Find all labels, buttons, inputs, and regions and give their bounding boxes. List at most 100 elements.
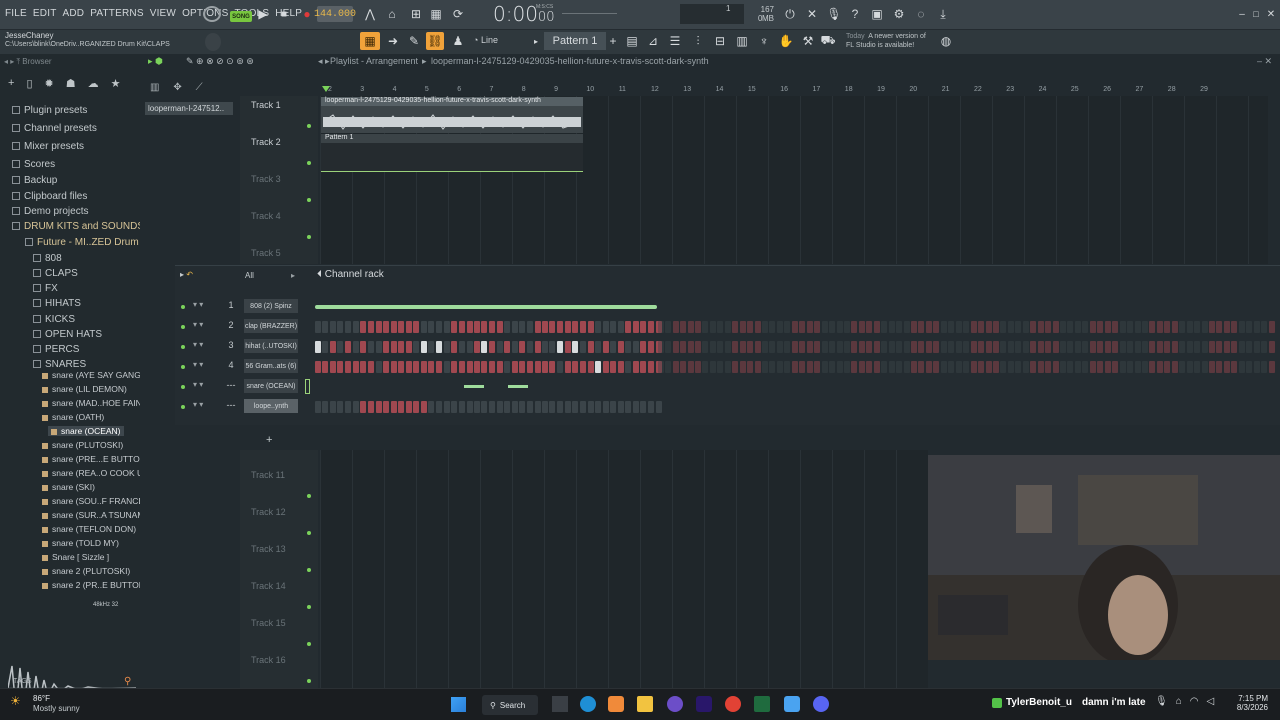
step-button[interactable]: [519, 361, 526, 373]
file-explorer-icon[interactable]: [637, 696, 653, 712]
mixer-icon[interactable]: ☰: [667, 32, 683, 50]
step-button[interactable]: [640, 321, 647, 333]
plugin-db-icon[interactable]: ♆: [756, 32, 772, 50]
song-mode-toggle[interactable]: SONG: [230, 11, 252, 22]
step-button[interactable]: [610, 321, 617, 333]
step-button[interactable]: [1089, 361, 1096, 373]
step-button[interactable]: [657, 321, 664, 333]
step-button[interactable]: [1201, 321, 1208, 333]
chrome-icon[interactable]: [725, 696, 741, 712]
step-button[interactable]: [610, 341, 617, 353]
step-button[interactable]: [345, 341, 352, 353]
step-button[interactable]: [925, 321, 932, 333]
step-button[interactable]: [587, 341, 594, 353]
channel-pan-vol-knobs[interactable]: ▾ ▾: [193, 360, 203, 369]
rack-filter[interactable]: All: [245, 271, 254, 280]
step-button[interactable]: [1112, 361, 1119, 373]
step-button[interactable]: [1007, 321, 1014, 333]
pattern-clip[interactable]: Pattern 1: [321, 134, 583, 172]
step-button[interactable]: [1179, 321, 1186, 333]
step-button[interactable]: [564, 321, 571, 333]
premiere-icon[interactable]: [696, 696, 712, 712]
channel-row[interactable]: ▾ ▾ 2 clap (BRAZZER): [175, 318, 1280, 336]
step-button[interactable]: [1156, 341, 1163, 353]
step-button[interactable]: [413, 321, 420, 333]
step-button[interactable]: [1127, 361, 1134, 373]
step-button[interactable]: [1238, 341, 1245, 353]
step-button[interactable]: [534, 341, 541, 353]
step-button[interactable]: [557, 341, 564, 353]
step-button[interactable]: [1074, 361, 1081, 373]
step-button[interactable]: [413, 401, 420, 413]
step-button[interactable]: [814, 341, 821, 353]
step-button[interactable]: [762, 341, 768, 353]
browser-sample[interactable]: snare (OCEAN): [48, 426, 124, 436]
step-button[interactable]: [360, 361, 367, 373]
channel-row[interactable]: ▾ ▾ 1 808 (2) Spinz: [175, 298, 1280, 316]
step-button[interactable]: [322, 361, 329, 373]
app-icon[interactable]: [667, 696, 683, 712]
step-button[interactable]: [428, 361, 435, 373]
menu-edit[interactable]: EDIT: [33, 8, 57, 19]
menu-patterns[interactable]: PATTERNS: [90, 8, 143, 19]
step-button[interactable]: [458, 361, 465, 373]
step-button[interactable]: [618, 401, 624, 413]
step-button[interactable]: [791, 321, 798, 333]
step-button[interactable]: [1261, 341, 1268, 353]
weather-desc[interactable]: Mostly sunny: [33, 704, 80, 713]
step-button[interactable]: [978, 361, 985, 373]
step-button[interactable]: [390, 361, 397, 373]
step-button[interactable]: [383, 401, 390, 413]
step-button[interactable]: [602, 401, 609, 413]
step-button[interactable]: [933, 341, 940, 353]
step-button[interactable]: [1112, 341, 1119, 353]
step-button[interactable]: [587, 361, 594, 373]
step-button[interactable]: [806, 341, 813, 353]
step-button[interactable]: [709, 321, 716, 333]
step-button[interactable]: [680, 321, 687, 333]
browser-item[interactable]: 808: [33, 253, 62, 264]
step-button[interactable]: [618, 341, 624, 353]
step-button[interactable]: [1149, 321, 1156, 333]
step-button[interactable]: [1231, 341, 1238, 353]
step-button[interactable]: [970, 341, 977, 353]
step-button[interactable]: [549, 401, 556, 413]
step-button[interactable]: [1194, 361, 1201, 373]
step-button[interactable]: [970, 321, 977, 333]
browser-sample[interactable]: snare 2 (PLUTOSKI): [42, 566, 130, 576]
step-button[interactable]: [496, 361, 503, 373]
step-button[interactable]: [527, 361, 534, 373]
step-button[interactable]: [1231, 361, 1238, 373]
step-button[interactable]: [1082, 361, 1089, 373]
step-button[interactable]: [724, 341, 731, 353]
step-button[interactable]: [329, 341, 336, 353]
master-volume-slider[interactable]: [562, 13, 617, 14]
step-button[interactable]: [888, 361, 895, 373]
step-button[interactable]: [851, 361, 858, 373]
step-button[interactable]: [610, 361, 617, 373]
step-button[interactable]: [420, 361, 427, 373]
step-button[interactable]: [504, 401, 511, 413]
step-button[interactable]: [564, 361, 571, 373]
step-button[interactable]: [1030, 341, 1037, 353]
step-button[interactable]: [866, 321, 873, 333]
browser-item[interactable]: DRUM KITS and SOUNDS: [12, 221, 144, 232]
step-button[interactable]: [1104, 361, 1111, 373]
step-button[interactable]: [1216, 341, 1223, 353]
channel-name-button[interactable]: loope..ynth: [244, 399, 298, 413]
step-button[interactable]: [1216, 361, 1223, 373]
step-button[interactable]: [345, 321, 352, 333]
step-button[interactable]: [1268, 361, 1275, 373]
step-button[interactable]: [329, 361, 336, 373]
step-button[interactable]: [940, 321, 947, 333]
step-button[interactable]: [799, 361, 806, 373]
step-button[interactable]: [799, 341, 806, 353]
channel-route-number[interactable]: 3: [226, 340, 236, 350]
step-button[interactable]: [1186, 361, 1193, 373]
step-button[interactable]: [866, 361, 873, 373]
step-button[interactable]: [881, 321, 888, 333]
step-button[interactable]: [595, 341, 602, 353]
step-button[interactable]: [390, 401, 397, 413]
step-button[interactable]: [821, 361, 828, 373]
step-button[interactable]: [1007, 341, 1014, 353]
